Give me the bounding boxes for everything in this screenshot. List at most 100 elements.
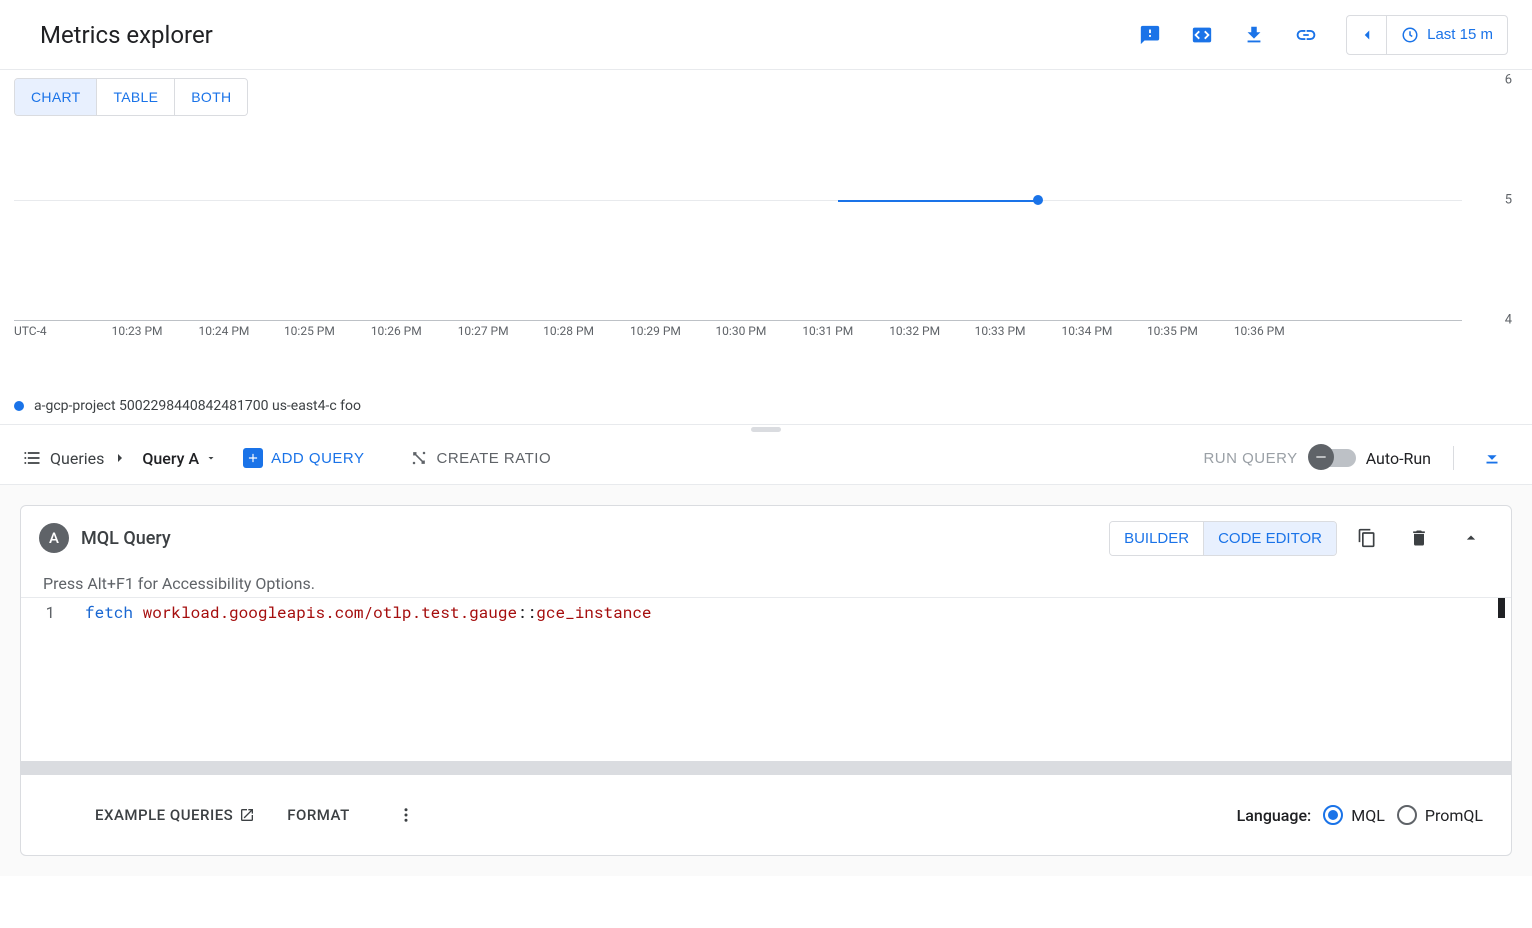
collapse-panel-button[interactable] — [1449, 518, 1493, 558]
format-label: FORMAT — [287, 806, 349, 824]
radio-promql[interactable]: PromQL — [1397, 805, 1483, 825]
accessibility-hint: Press Alt+F1 for Accessibility Options. — [21, 570, 1511, 597]
collapse-down-button[interactable] — [1476, 442, 1508, 474]
format-button[interactable]: FORMAT — [287, 806, 349, 824]
code-icon[interactable] — [1178, 11, 1226, 59]
create-ratio-button[interactable]: CREATE RATIO — [409, 448, 552, 468]
example-queries-link[interactable]: EXAMPLE QUERIES — [95, 806, 255, 824]
link-icon[interactable] — [1282, 11, 1330, 59]
external-link-icon — [239, 807, 255, 823]
chart-legend: a-gcp-project 5002298440842481700 us-eas… — [0, 388, 1532, 425]
query-title: MQL Query — [81, 528, 171, 549]
editor-gutter: 1 — [21, 598, 65, 761]
editor-card: A MQL Query BUILDER CODE EDITOR Press Al… — [20, 505, 1512, 856]
editor-horizontal-scrollbar[interactable] — [21, 761, 1511, 775]
y-tick-4: 4 — [1505, 313, 1512, 328]
add-query-button[interactable]: ADD QUERY — [243, 448, 364, 468]
timezone-label: UTC-4 — [14, 324, 47, 338]
x-tick: 10:33 PM — [975, 324, 1026, 338]
ratio-icon — [409, 448, 429, 468]
clock-icon — [1401, 26, 1419, 44]
resize-handle[interactable] — [0, 425, 1532, 432]
chart-area: 6 5 4 UTC-4 10:23 PM 10:24 PM 10:25 PM 1… — [0, 80, 1532, 360]
x-tick: 10:31 PM — [802, 324, 853, 338]
example-queries-label: EXAMPLE QUERIES — [95, 806, 233, 824]
auto-run-label: Auto-Run — [1366, 449, 1431, 468]
language-label: Language: — [1237, 806, 1312, 825]
builder-mode-button[interactable]: BUILDER — [1110, 522, 1203, 555]
time-range-selector: Last 15 m — [1346, 15, 1508, 55]
queries-label: Queries — [50, 449, 104, 468]
tok-resource: gce_instance — [536, 602, 651, 623]
copy-button[interactable] — [1345, 518, 1389, 558]
chart-plot[interactable]: 6 5 4 — [14, 80, 1462, 320]
editor-header-actions: BUILDER CODE EDITOR — [1109, 518, 1493, 558]
time-range-label: Last 15 m — [1427, 26, 1493, 43]
x-tick: 10:30 PM — [715, 324, 766, 338]
legend-dot — [14, 401, 24, 411]
caret-down-icon — [205, 452, 217, 464]
x-tick: 10:32 PM — [889, 324, 940, 338]
auto-run-toggle[interactable] — [1312, 449, 1356, 467]
time-range-button[interactable]: Last 15 m — [1387, 16, 1507, 54]
x-tick: 10:36 PM — [1234, 324, 1285, 338]
tok-sep: :: — [517, 602, 536, 623]
radio-icon-checked — [1323, 805, 1343, 825]
chevron-right-icon — [112, 450, 128, 466]
series-line — [838, 200, 1038, 202]
run-query-button[interactable]: RUN QUERY — [1203, 450, 1297, 467]
radio-icon-unchecked — [1397, 805, 1417, 825]
y-tick-5: 5 — [1505, 193, 1512, 208]
plus-icon — [243, 448, 263, 468]
radio-mql[interactable]: MQL — [1323, 805, 1385, 825]
legend-label: a-gcp-project 5002298440842481700 us-eas… — [34, 398, 361, 414]
x-tick: 10:29 PM — [630, 324, 681, 338]
x-tick: 10:35 PM — [1147, 324, 1198, 338]
gridline-5 — [14, 200, 1462, 201]
query-badge: A — [39, 523, 69, 553]
lang-promql-label: PromQL — [1425, 806, 1483, 825]
download-icon[interactable] — [1230, 11, 1278, 59]
editor-header: A MQL Query BUILDER CODE EDITOR — [21, 506, 1511, 570]
queries-label-group: Queries — [22, 448, 128, 468]
x-tick: 10:34 PM — [1062, 324, 1113, 338]
more-vert-icon — [397, 806, 415, 824]
list-icon — [22, 448, 42, 468]
current-query-label: Query A — [142, 449, 199, 468]
toggle-knob — [1308, 444, 1334, 470]
create-ratio-label: CREATE RATIO — [437, 450, 552, 467]
delete-button[interactable] — [1397, 518, 1441, 558]
tok-keyword: fetch — [85, 602, 133, 623]
x-tick: 10:28 PM — [543, 324, 594, 338]
editor-section: A MQL Query BUILDER CODE EDITOR Press Al… — [0, 485, 1532, 876]
queries-bar: Queries Query A ADD QUERY CREATE RATIO R… — [0, 432, 1532, 485]
resize-handle-bar — [751, 427, 781, 432]
auto-run-toggle-group: Auto-Run — [1312, 449, 1431, 468]
header-actions: Last 15 m — [1126, 11, 1508, 59]
editor-mode-switch: BUILDER CODE EDITOR — [1109, 521, 1337, 556]
y-tick-6: 6 — [1505, 73, 1512, 88]
series-point — [1033, 195, 1043, 205]
code-content[interactable]: fetch workload.googleapis.com/otlp.test.… — [65, 598, 1511, 761]
x-tick: 10:26 PM — [371, 324, 422, 338]
x-tick: 10:23 PM — [112, 324, 163, 338]
page-title: Metrics explorer — [40, 21, 213, 49]
time-nav-prev[interactable] — [1347, 16, 1387, 54]
lang-mql-label: MQL — [1351, 806, 1385, 825]
x-tick: 10:24 PM — [199, 324, 250, 338]
current-query-dropdown[interactable]: Query A — [142, 449, 217, 468]
editor-footer: EXAMPLE QUERIES FORMAT Language: MQL Pro… — [21, 775, 1511, 855]
code-editor[interactable]: 1 fetch workload.googleapis.com/otlp.tes… — [21, 597, 1511, 761]
divider — [1453, 446, 1454, 470]
more-options-button[interactable] — [390, 795, 422, 835]
x-tick: 10:25 PM — [284, 324, 335, 338]
language-selector: Language: MQL PromQL — [1237, 805, 1483, 825]
add-query-label: ADD QUERY — [271, 450, 364, 467]
code-editor-mode-button[interactable]: CODE EDITOR — [1203, 522, 1336, 555]
feedback-icon[interactable] — [1126, 11, 1174, 59]
tok-metric: workload.googleapis.com/otlp.test.gauge — [143, 602, 517, 623]
line-number: 1 — [21, 602, 55, 623]
editor-cursor — [1498, 598, 1505, 618]
x-axis-line — [14, 320, 1462, 321]
header-bar: Metrics explorer Last 15 m — [0, 0, 1532, 70]
